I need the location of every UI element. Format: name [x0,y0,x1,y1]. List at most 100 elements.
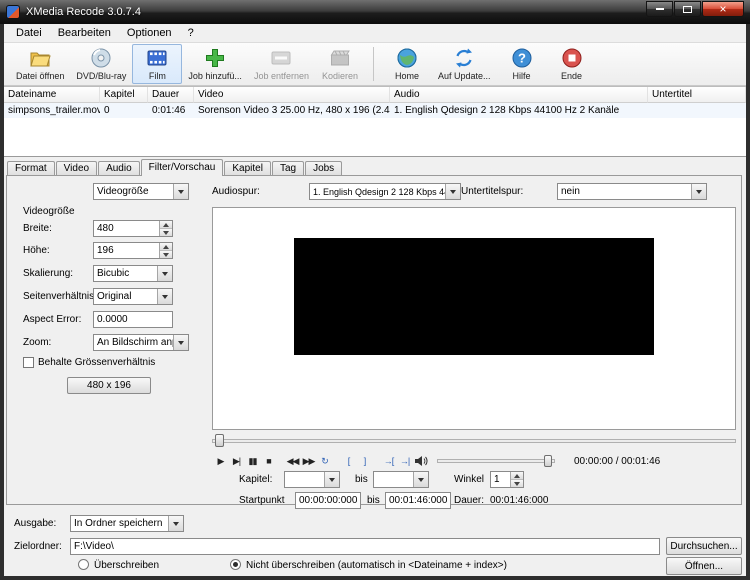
column-header-dauer[interactable]: Dauer [148,87,194,103]
tab-video[interactable]: Video [55,161,98,176]
minimize-button[interactable] [646,1,673,17]
skalierung-label: Skalierung: [23,268,74,279]
toolbar-button-job-hinzufuegen[interactable]: Job hinzufü... [182,44,248,84]
toolbar-button-label: DVD/Blu-ray [76,71,127,81]
spin-down-icon [511,479,523,487]
tab-tag[interactable]: Tag [271,161,305,176]
column-header-video[interactable]: Video [194,87,390,103]
jump-end-button[interactable]: →| [398,453,411,469]
winkel-spin-buttons[interactable] [510,472,523,487]
mark-end-button[interactable]: ] [358,453,371,469]
chevron-down-icon [324,472,339,487]
zoom-select[interactable]: An Bildschirm anpass... [93,334,189,351]
menu-bar: Datei Bearbeiten Optionen ? [4,24,746,43]
volume-slider-thumb[interactable] [544,455,552,467]
chevron-down-icon [445,184,460,199]
step-forward-button[interactable]: ▶| [230,453,243,469]
close-icon: × [719,2,727,16]
seek-slider-track[interactable] [212,439,736,443]
oeffnen-button[interactable]: Öffnen... [666,557,742,575]
filter-vorschau-panel: Videogröße Videogröße Breite: 480 Höhe: … [6,175,742,509]
chevron-down-icon [173,335,188,350]
mark-start-button[interactable]: [ [342,453,355,469]
menu-item-optionen[interactable]: Optionen [119,25,180,42]
close-button[interactable]: × [702,1,744,17]
toolbar-button-auf-update[interactable]: Auf Update... [432,44,497,84]
zielordner-input[interactable]: F:\Video\ [70,538,660,555]
tab-strip: Format Video Audio Filter/Vorschau Kapit… [6,159,742,176]
cell-untertitel [648,103,746,118]
minimize-icon [655,8,664,10]
ueberschreiben-label[interactable]: Überschreiben [94,560,159,571]
hoehe-stepper[interactable]: 196 [93,242,173,259]
app-icon [6,5,20,19]
menu-item-hilfe[interactable]: ? [180,25,202,42]
column-header-untertitel[interactable]: Untertitel [648,87,746,103]
time-display: 00:00:00 / 00:01:46 [574,455,661,467]
nicht-ueberschreiben-radio[interactable] [230,559,241,570]
toolbar-button-home[interactable]: Home [382,44,432,84]
menu-item-datei[interactable]: Datei [8,25,50,42]
jump-start-button[interactable]: →[ [382,453,395,469]
video-frame [294,238,654,355]
volume-button[interactable] [414,453,429,469]
toolbar-button-ende[interactable]: Ende [547,44,597,84]
skalierung-select[interactable]: Bicubic [93,265,173,282]
tab-audio[interactable]: Audio [98,161,140,176]
cell-dauer: 0:01:46 [152,105,186,116]
toolbar-button-job-entfernen[interactable]: Job entfernen [248,44,315,84]
tab-jobs[interactable]: Jobs [305,161,343,176]
maximize-button[interactable] [674,1,701,17]
stop-button[interactable]: ■ [262,453,275,469]
startpunkt-field[interactable]: 00:00:00:000 [295,492,361,509]
file-list-header: Dateiname Kapitel Dauer Video Audio Unte… [4,87,746,103]
kapitel-select[interactable] [284,471,340,488]
chevron-down-icon [413,472,428,487]
pause-button[interactable]: ▮▮ [246,453,259,469]
toolbar-button-film[interactable]: Film [132,44,183,84]
volume-slider-track[interactable] [437,455,555,467]
seek-slider-thumb[interactable] [215,434,224,447]
toolbar-button-kodieren[interactable]: Kodieren [315,44,365,84]
ueberschreiben-radio[interactable] [78,559,89,570]
breite-label: Breite: [23,223,52,234]
toolbar-button-label: Job entfernen [253,71,309,81]
fast-forward-button[interactable]: ▶▶ [302,453,316,469]
toolbar-button-datei-oeffnen[interactable]: Datei öffnen [10,44,70,84]
column-header-dateiname[interactable]: Dateiname [4,87,100,103]
nicht-ueberschreiben-label[interactable]: Nicht überschreiben (automatisch in <Dat… [246,560,507,571]
tab-kapitel[interactable]: Kapitel [224,161,271,176]
column-header-audio[interactable]: Audio [390,87,648,103]
play-button[interactable]: ▶ [214,453,227,469]
column-header-kapitel[interactable]: Kapitel [100,87,148,103]
menu-item-bearbeiten[interactable]: Bearbeiten [50,25,119,42]
aspect-error-field[interactable]: 0.0000 [93,311,173,328]
size-button[interactable]: 480 x 196 [67,377,151,394]
table-row[interactable]: simpsons_trailer.mov 0 0:01:46 Sorenson … [4,103,746,118]
durchsuchen-button[interactable]: Durchsuchen... [666,537,742,555]
kapitel-bis-select[interactable] [373,471,429,488]
untertitelspur-select[interactable]: nein [557,183,707,200]
breite-spin-buttons[interactable] [159,221,172,236]
bis-label-1: bis [355,474,368,485]
hoehe-spin-buttons[interactable] [159,243,172,258]
seitenverhaeltnis-select[interactable]: Original [93,288,173,305]
repeat-button[interactable]: ↻ [318,453,331,469]
filter-type-select[interactable]: Videogröße [93,183,189,200]
tab-format[interactable]: Format [7,161,55,176]
breite-stepper[interactable]: 480 [93,220,173,237]
audiospur-select[interactable]: 1. English Qdesign 2 128 Kbps 44100 [309,183,461,200]
filter-type-value: Videogröße [97,186,149,197]
winkel-stepper[interactable]: 1 [490,471,524,488]
tab-filter-vorschau[interactable]: Filter/Vorschau [140,159,224,176]
toolbar-button-hilfe[interactable]: ? Hilfe [497,44,547,84]
zielordner-label: Zielordner: [14,541,62,552]
ausgabe-select[interactable]: In Ordner speichern [70,515,184,532]
endpunkt-field[interactable]: 00:01:46:000 [385,492,451,509]
kapitel-label: Kapitel: [239,474,273,485]
toolbar-button-label: Auf Update... [437,71,491,81]
keep-ratio-checkbox[interactable] [23,357,34,368]
rewind-button[interactable]: ◀◀ [286,453,300,469]
toolbar-button-dvd-bluray[interactable]: DVD/Blu-ray [70,44,132,84]
keep-ratio-label[interactable]: Behalte Grössenverhältnis [38,357,155,368]
